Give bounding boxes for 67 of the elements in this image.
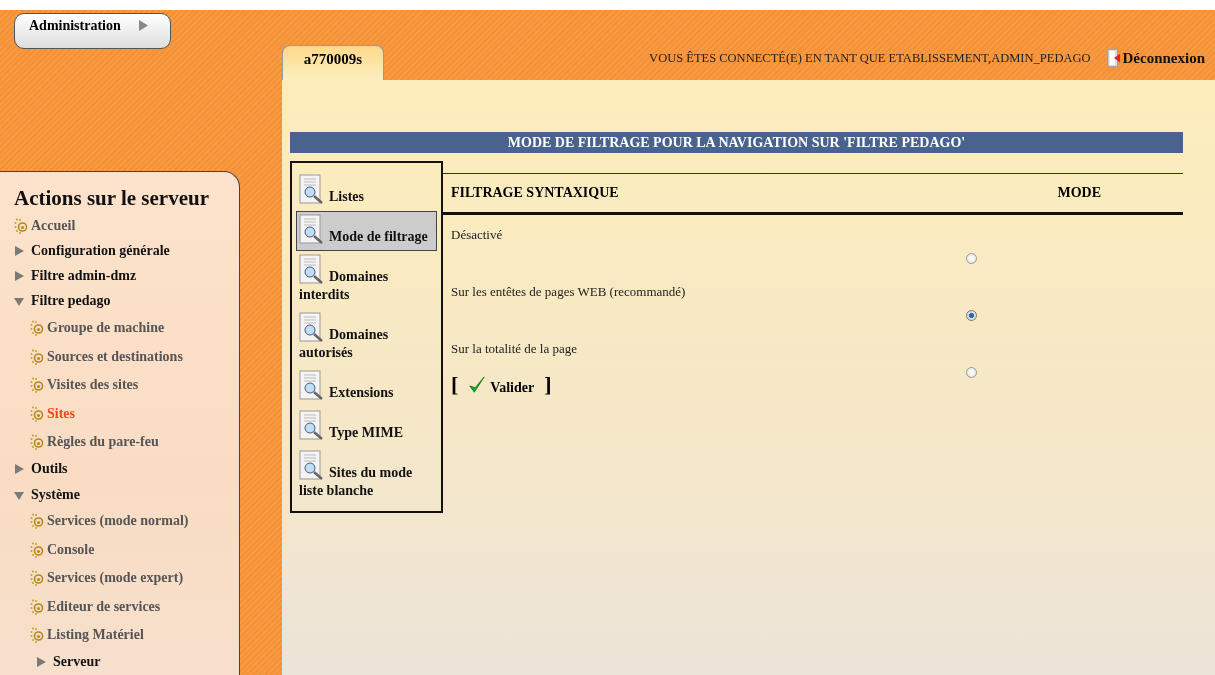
menu-item[interactable]: Règles du pare-feu bbox=[47, 434, 159, 451]
spiral-icon bbox=[30, 377, 44, 394]
submenu-item[interactable]: Domaines autorisés bbox=[296, 309, 437, 367]
spiral-icon bbox=[14, 217, 28, 234]
document-search-icon bbox=[299, 312, 325, 344]
bracket: [ bbox=[451, 372, 459, 398]
caret-right-icon[interactable] bbox=[14, 271, 24, 282]
column-header: FILTRAGE SYNTAXIQUE bbox=[451, 185, 619, 201]
menu-item[interactable]: Console bbox=[47, 541, 95, 558]
spiral-icon bbox=[30, 320, 44, 337]
document-search-icon bbox=[299, 174, 325, 206]
menu-folder[interactable]: Outils bbox=[31, 461, 68, 478]
tab[interactable]: a770009s bbox=[282, 45, 384, 80]
session-info: VOUS ÊTES CONNECTÉ(E) EN TANT QUE ETABLISSEMENT,ADMIN_PEDAGO bbox=[649, 50, 1091, 66]
document-search-icon bbox=[299, 254, 325, 286]
caret-right-icon[interactable] bbox=[36, 657, 46, 668]
menu-item[interactable]: Sources et destinations bbox=[47, 348, 183, 365]
caret-down-icon[interactable] bbox=[14, 296, 24, 307]
radio-button[interactable] bbox=[966, 253, 977, 264]
menu-item[interactable]: Groupe de machine bbox=[47, 320, 165, 337]
option-label: Sur la totalité de la page bbox=[451, 341, 577, 357]
menu-folder[interactable]: Système bbox=[31, 486, 80, 503]
spiral-icon bbox=[30, 570, 44, 587]
option-label: Désactivé bbox=[451, 227, 503, 243]
menu-item[interactable]: Accueil bbox=[31, 217, 76, 234]
menu-item[interactable]: Services (mode normal) bbox=[47, 513, 189, 530]
spiral-icon bbox=[30, 434, 44, 451]
column-header: MODE bbox=[1057, 185, 1101, 201]
menu-folder[interactable]: Filtre pedago bbox=[31, 293, 111, 310]
caret-right-icon[interactable] bbox=[14, 464, 24, 475]
caret-right-icon[interactable] bbox=[14, 245, 24, 256]
spiral-icon bbox=[30, 513, 44, 530]
spiral-icon bbox=[30, 541, 44, 558]
door-exit-icon bbox=[1106, 48, 1121, 68]
sidebar-title: Actions sur le serveur bbox=[14, 185, 210, 211]
spiral-icon bbox=[30, 598, 44, 615]
submenu-item[interactable]: Sites du mode liste blanche bbox=[296, 447, 437, 505]
document-search-icon bbox=[299, 450, 325, 482]
radio-button[interactable] bbox=[966, 310, 977, 321]
option-label: Sur les entêtes de pages WEB (recommandé) bbox=[451, 284, 686, 300]
validate-button[interactable]: Valider bbox=[464, 374, 539, 396]
menu-folder[interactable]: Filtre admin-dmz bbox=[31, 268, 137, 285]
document-search-icon bbox=[299, 214, 325, 246]
menu-item[interactable]: Editeur de services bbox=[47, 598, 161, 615]
document-search-icon bbox=[299, 410, 325, 442]
menu-item[interactable]: Visites des sites bbox=[47, 377, 139, 394]
menu-item[interactable]: Listing Matériel bbox=[47, 627, 144, 644]
menu-folder[interactable]: Configuration générale bbox=[31, 242, 170, 259]
administration-button[interactable]: Administration bbox=[14, 13, 171, 49]
radio-button[interactable] bbox=[966, 367, 977, 378]
caret-down-icon[interactable] bbox=[14, 489, 24, 500]
page-title: MODE DE FILTRAGE POUR LA NAVIGATION SUR 'FILTRE PEDAGO' bbox=[290, 132, 1183, 153]
submenu-item[interactable]: Domaines interdits bbox=[296, 251, 437, 309]
bracket: ] bbox=[544, 372, 552, 398]
logout-link[interactable]: Déconnexion bbox=[1106, 48, 1205, 68]
submenu-item[interactable]: Listes bbox=[296, 171, 437, 211]
submenu-item[interactable]: Type MIME bbox=[296, 407, 437, 447]
spiral-icon bbox=[30, 405, 44, 422]
document-search-icon bbox=[299, 370, 325, 402]
menu-item[interactable]: Services (mode expert) bbox=[47, 570, 184, 587]
checkmark-icon bbox=[468, 374, 487, 396]
menu-folder[interactable]: Serveur bbox=[53, 654, 101, 671]
submenu-item[interactable]: Extensions bbox=[296, 367, 437, 407]
spiral-icon bbox=[30, 348, 44, 365]
caret-right-icon bbox=[138, 20, 148, 32]
spiral-icon bbox=[30, 627, 44, 644]
submenu-item[interactable]: Mode de filtrage bbox=[296, 211, 437, 251]
